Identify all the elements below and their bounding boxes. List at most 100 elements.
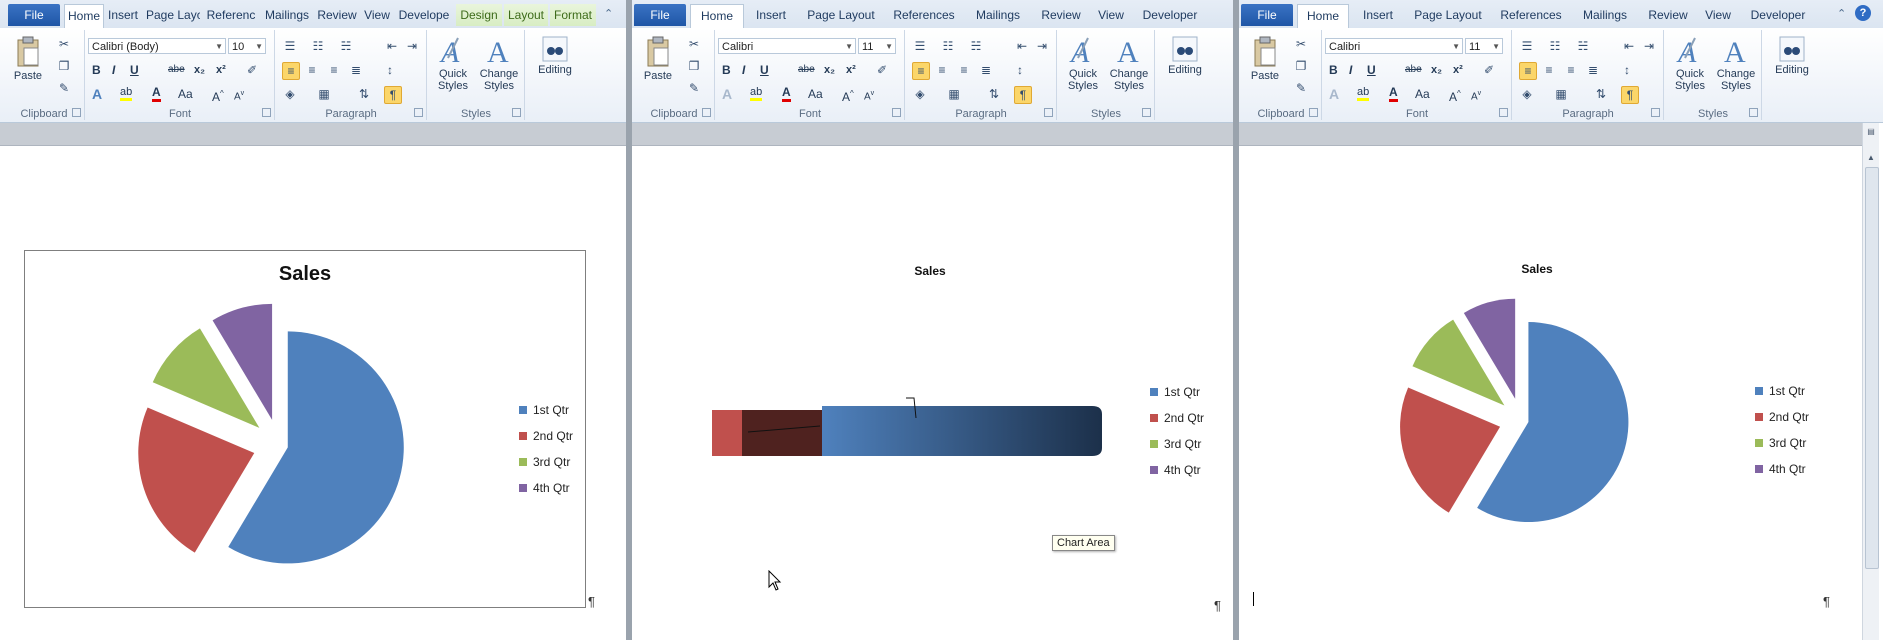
bullets-icon[interactable]: ☰: [912, 38, 928, 54]
bullets-icon[interactable]: ☰: [1519, 38, 1535, 54]
strikethrough-button[interactable]: abe: [168, 62, 185, 78]
decrease-indent-icon[interactable]: ⇤: [1621, 38, 1637, 54]
styles-launcher[interactable]: [512, 108, 521, 117]
shrink-font-icon[interactable]: Av: [864, 86, 874, 105]
sort-icon[interactable]: ⇅: [986, 86, 1002, 102]
styles-launcher[interactable]: [1142, 108, 1151, 117]
font-name-input[interactable]: Calibri (Body) ▼: [88, 38, 226, 54]
pie-chart[interactable]: [1371, 270, 1671, 570]
tab-references[interactable]: References: [888, 4, 960, 26]
text-effects-icon[interactable]: A: [722, 86, 732, 102]
underline-button[interactable]: U: [760, 62, 769, 78]
clipboard-launcher[interactable]: [1309, 108, 1318, 117]
format-painter-icon[interactable]: ✎: [1293, 80, 1309, 96]
tab-view[interactable]: View: [1092, 4, 1130, 26]
align-right-icon[interactable]: ≡: [326, 62, 342, 78]
align-center-icon[interactable]: ≡: [934, 62, 950, 78]
font-launcher[interactable]: [892, 108, 901, 117]
document-area[interactable]: Sales 1st Qtr 2nd Qtr 3rd Qtr 4th Qtr ¶: [1239, 146, 1863, 640]
paste-button[interactable]: Paste: [640, 36, 676, 82]
grow-font-icon[interactable]: A^: [212, 86, 224, 105]
change-case-icon[interactable]: Aa: [178, 86, 193, 102]
scroll-up-icon[interactable]: ▲: [1863, 151, 1879, 165]
strikethrough-button[interactable]: abe: [1405, 62, 1422, 78]
font-launcher[interactable]: [262, 108, 271, 117]
decrease-indent-icon[interactable]: ⇤: [1014, 38, 1030, 54]
shading-icon[interactable]: ◈: [1519, 86, 1535, 102]
tab-mailings[interactable]: Mailings: [1575, 4, 1635, 26]
tab-mailings[interactable]: Mailings: [968, 4, 1028, 26]
multilevel-list-icon[interactable]: ☵: [1575, 38, 1591, 54]
bullets-icon[interactable]: ☰: [282, 38, 298, 54]
tab-file[interactable]: File: [8, 4, 60, 26]
justify-icon[interactable]: ≣: [1585, 62, 1601, 78]
italic-button[interactable]: I: [112, 62, 115, 78]
font-size-input[interactable]: 10 ▼: [228, 38, 266, 54]
align-right-icon[interactable]: ≡: [956, 62, 972, 78]
minimize-ribbon-icon[interactable]: ⌃: [1837, 7, 1846, 20]
underline-button[interactable]: U: [1367, 62, 1376, 78]
font-launcher[interactable]: [1499, 108, 1508, 117]
align-left-icon[interactable]: ≡: [912, 62, 930, 80]
font-name-input[interactable]: Calibri ▼: [718, 38, 856, 54]
editing-button[interactable]: Editing: [1767, 36, 1817, 76]
underline-button[interactable]: U: [130, 62, 139, 78]
paste-button[interactable]: Paste: [10, 36, 46, 82]
superscript-button[interactable]: x²: [1453, 62, 1463, 78]
tab-insert[interactable]: Insert: [104, 4, 142, 26]
paragraph-launcher[interactable]: [414, 108, 423, 117]
document-area[interactable]: Sales 1st Qtr 2nd Qtr 3rd Qtr 4th Qtr ¶: [0, 146, 626, 640]
font-name-input[interactable]: Calibri ▼: [1325, 38, 1463, 54]
highlight-icon[interactable]: ab: [1357, 86, 1370, 101]
ruler-toggle-icon[interactable]: ▤: [1863, 125, 1879, 139]
chart-area[interactable]: Sales 1st Qtr 2nd Qtr 3rd Qtr 4th Qtr: [24, 250, 586, 608]
tab-review[interactable]: Review: [316, 4, 358, 26]
tab-review[interactable]: Review: [1643, 4, 1693, 26]
tab-home[interactable]: Home: [690, 4, 744, 29]
tab-layout[interactable]: Layout: [504, 4, 548, 26]
chart-legend[interactable]: 1st Qtr 2nd Qtr 3rd Qtr 4th Qtr: [1150, 385, 1204, 489]
pie-chart-3d[interactable]: [692, 390, 1112, 490]
tab-references[interactable]: Referenc: [204, 4, 258, 26]
shading-icon[interactable]: ◈: [912, 86, 928, 102]
clipboard-launcher[interactable]: [702, 108, 711, 117]
justify-icon[interactable]: ≣: [348, 62, 364, 78]
superscript-button[interactable]: x²: [216, 62, 226, 78]
tab-insert[interactable]: Insert: [748, 4, 794, 26]
tab-view[interactable]: View: [362, 4, 392, 26]
show-marks-icon[interactable]: ¶: [1014, 86, 1032, 104]
pie-slice-2nd-qtr[interactable]: [138, 407, 255, 553]
tab-home[interactable]: Home: [1297, 4, 1349, 29]
copy-icon[interactable]: ❐: [1293, 58, 1309, 74]
italic-button[interactable]: I: [1349, 62, 1352, 78]
align-left-icon[interactable]: ≡: [1519, 62, 1537, 80]
paragraph-launcher[interactable]: [1044, 108, 1053, 117]
change-styles-button[interactable]: A Change Styles: [476, 34, 522, 92]
tab-page-layout[interactable]: Page Layout: [1409, 4, 1487, 26]
numbering-icon[interactable]: ☷: [940, 38, 956, 54]
subscript-button[interactable]: x₂: [1431, 62, 1442, 78]
superscript-button[interactable]: x²: [846, 62, 856, 78]
align-center-icon[interactable]: ≡: [304, 62, 320, 78]
scrollbar-thumb[interactable]: [1865, 167, 1879, 569]
multilevel-list-icon[interactable]: ☵: [968, 38, 984, 54]
font-color-icon[interactable]: A: [782, 86, 791, 102]
subscript-button[interactable]: x₂: [194, 62, 205, 78]
tab-review[interactable]: Review: [1036, 4, 1086, 26]
quick-styles-button[interactable]: A Quick Styles: [1667, 34, 1713, 92]
clear-formatting-icon[interactable]: ✐: [1481, 62, 1497, 78]
copy-icon[interactable]: ❐: [56, 58, 72, 74]
paragraph-launcher[interactable]: [1651, 108, 1660, 117]
increase-indent-icon[interactable]: ⇥: [1641, 38, 1657, 54]
font-color-icon[interactable]: A: [152, 86, 161, 102]
format-painter-icon[interactable]: ✎: [56, 80, 72, 96]
font-size-input[interactable]: 11 ▼: [1465, 38, 1503, 54]
quick-styles-button[interactable]: A Quick Styles: [430, 34, 476, 92]
tab-developer[interactable]: Developer: [1745, 4, 1811, 26]
pie-slice-2nd-qtr-edge[interactable]: [712, 410, 742, 456]
tab-page-layout[interactable]: Page Layc: [146, 4, 200, 26]
text-effects-icon[interactable]: A: [92, 86, 102, 102]
tab-file[interactable]: File: [634, 4, 686, 26]
tab-developer[interactable]: Develope: [396, 4, 452, 26]
text-effects-icon[interactable]: A: [1329, 86, 1339, 102]
